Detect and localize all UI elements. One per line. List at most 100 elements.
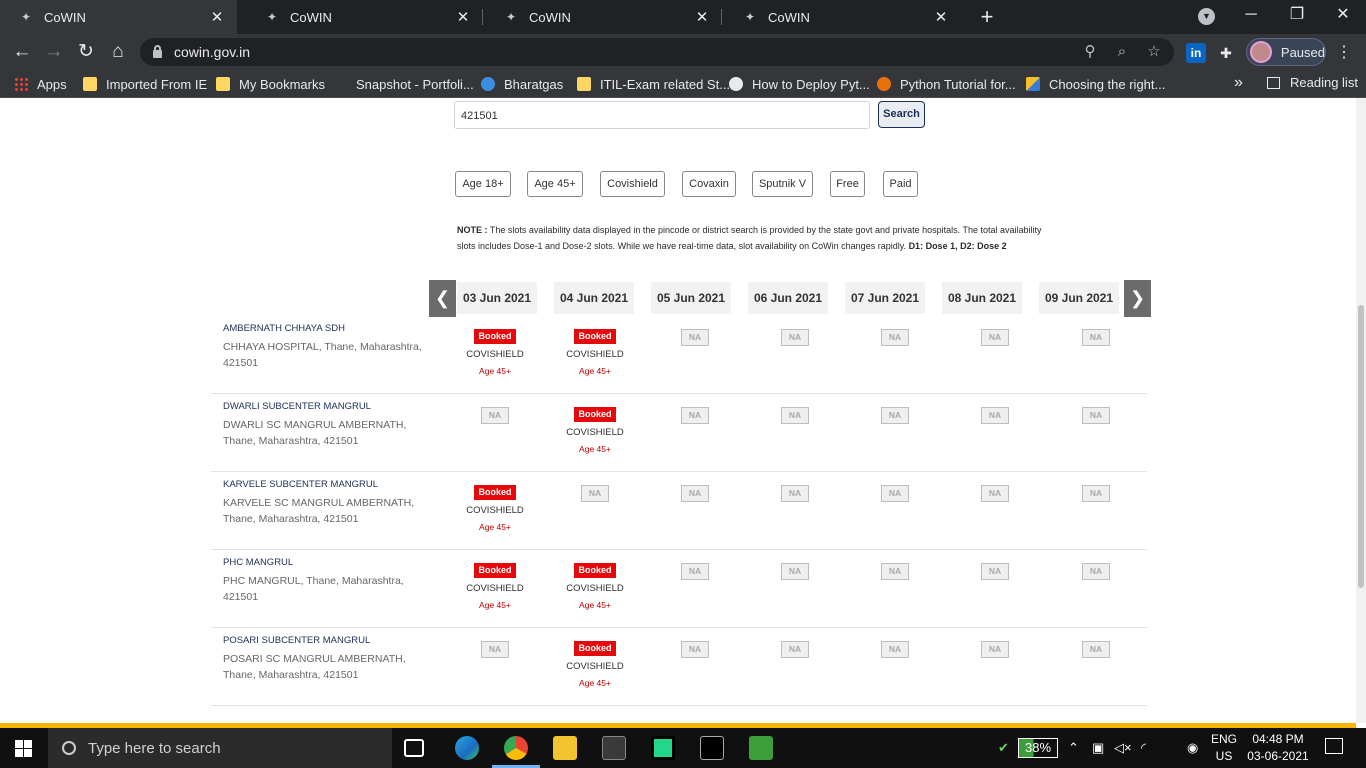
- slot-cell[interactable]: Booked COVISHIELD Age 45+: [460, 326, 530, 376]
- booked-badge[interactable]: Booked: [574, 563, 616, 578]
- booked-badge[interactable]: Booked: [574, 641, 616, 656]
- system-clock[interactable]: 04:48 PM 03-06-2021: [1246, 731, 1310, 765]
- filter-age-18[interactable]: Age 18+: [455, 171, 511, 197]
- slot-cell: NA: [1061, 560, 1131, 580]
- profile-button[interactable]: Paused: [1246, 38, 1326, 66]
- bookmark-item[interactable]: ITIL-Exam related St...: [577, 75, 730, 93]
- na-badge: NA: [681, 563, 709, 580]
- bookmark-star-icon[interactable]: ☆: [1144, 42, 1164, 62]
- language-indicator[interactable]: ENG US: [1210, 731, 1238, 765]
- na-badge: NA: [781, 407, 809, 424]
- browser-tab[interactable]: ✦ CoWIN ✕: [246, 0, 483, 34]
- reading-list-button[interactable]: Reading list: [1267, 75, 1358, 90]
- close-tab-icon[interactable]: ✕: [929, 8, 953, 26]
- previous-dates-icon[interactable]: ❮: [429, 280, 456, 317]
- zoom-icon[interactable]: ⌕: [1112, 42, 1132, 62]
- bookmark-item[interactable]: My Bookmarks: [216, 75, 325, 93]
- cowin-page: 421501 Search Age 18+ Age 45+ Covishield Co…: [0, 98, 1356, 723]
- date-column-header[interactable]: 05 Jun 2021: [651, 282, 731, 314]
- slot-cell[interactable]: Booked COVISHIELD Age 45+: [560, 404, 630, 454]
- browser-tab[interactable]: ✦ CoWIN ✕: [0, 0, 237, 34]
- date-column-header[interactable]: 03 Jun 2021: [457, 282, 537, 314]
- chrome-icon[interactable]: [504, 736, 528, 760]
- bookmark-item[interactable]: How to Deploy Pyt...: [729, 75, 870, 93]
- menu-kebab-icon[interactable]: ⋮: [1336, 42, 1352, 62]
- slot-cell[interactable]: Booked COVISHIELD Age 45+: [460, 482, 530, 532]
- app-window-icon[interactable]: [602, 736, 626, 760]
- minimize-window-button[interactable]: ─: [1228, 0, 1274, 30]
- date-column-header[interactable]: 06 Jun 2021: [748, 282, 828, 314]
- booked-badge[interactable]: Booked: [574, 329, 616, 344]
- location-icon[interactable]: ⚲: [1080, 42, 1100, 62]
- close-tab-icon[interactable]: ✕: [205, 8, 229, 26]
- task-view-icon[interactable]: [404, 739, 424, 757]
- profile-status: Paused: [1280, 44, 1325, 60]
- reload-icon[interactable]: ↻: [73, 39, 99, 65]
- filter-covishield[interactable]: Covishield: [600, 171, 665, 197]
- filter-age-45[interactable]: Age 45+: [527, 171, 583, 197]
- booked-badge[interactable]: Booked: [474, 485, 516, 500]
- back-icon[interactable]: ←: [9, 39, 35, 65]
- show-hidden-icons-icon[interactable]: ⌃: [1068, 740, 1079, 756]
- app-tray-icon[interactable]: ◉: [1187, 740, 1198, 756]
- na-badge: NA: [1082, 329, 1110, 346]
- windows-start-icon[interactable]: [15, 740, 32, 757]
- pycharm-icon[interactable]: [651, 736, 675, 760]
- page-scrollbar[interactable]: [1356, 98, 1366, 723]
- linkedin-extension-icon[interactable]: in: [1186, 43, 1206, 63]
- bookmark-item[interactable]: Bharatgas: [481, 75, 563, 93]
- booked-badge[interactable]: Booked: [474, 329, 516, 344]
- browser-tab[interactable]: ✦ CoWIN ✕: [485, 0, 722, 34]
- close-window-button[interactable]: ✕: [1320, 0, 1366, 30]
- extensions-puzzle-icon[interactable]: ✚: [1216, 43, 1236, 63]
- search-button[interactable]: Search: [878, 101, 925, 128]
- date-column-header[interactable]: 09 Jun 2021: [1039, 282, 1119, 314]
- address-bar[interactable]: cowin.gov.in ⚲ ⌕ ☆: [140, 38, 1174, 66]
- filter-sputnik-v[interactable]: Sputnik V: [752, 171, 813, 197]
- bookmark-item[interactable]: Imported From IE: [83, 75, 207, 93]
- home-icon[interactable]: ⌂: [105, 39, 131, 65]
- new-tab-button[interactable]: +: [975, 4, 999, 30]
- filter-covaxin[interactable]: Covaxin: [682, 171, 736, 197]
- close-tab-icon[interactable]: ✕: [690, 8, 714, 26]
- scrollbar-thumb[interactable]: [1358, 305, 1364, 588]
- file-explorer-icon[interactable]: [553, 736, 577, 760]
- next-dates-icon[interactable]: ❯: [1124, 280, 1151, 317]
- booked-badge[interactable]: Booked: [474, 563, 516, 578]
- slot-cell[interactable]: Booked COVISHIELD Age 45+: [560, 326, 630, 376]
- network-icon[interactable]: ◜: [1141, 740, 1146, 756]
- bookmark-item[interactable]: Python Tutorial for...: [877, 75, 1016, 93]
- bookmark-item[interactable]: Apps: [14, 75, 67, 93]
- browser-tab[interactable]: ✦ CoWIN ✕: [724, 0, 961, 34]
- security-shield-icon[interactable]: ✔: [998, 740, 1009, 756]
- pincode-search-input[interactable]: 421501: [454, 101, 870, 129]
- close-tab-icon[interactable]: ✕: [451, 8, 475, 26]
- filter-paid[interactable]: Paid: [883, 171, 918, 197]
- date-column-header[interactable]: 08 Jun 2021: [942, 282, 1022, 314]
- bookmarks-overflow-icon[interactable]: »: [1234, 74, 1243, 92]
- booked-badge[interactable]: Booked: [574, 407, 616, 422]
- na-badge: NA: [481, 407, 509, 424]
- edge-icon[interactable]: [455, 736, 479, 760]
- tab-search-icon[interactable]: ▼: [1198, 8, 1215, 25]
- restore-window-button[interactable]: ❐: [1274, 0, 1320, 30]
- slot-cell: NA: [960, 482, 1030, 502]
- slot-cell[interactable]: Booked COVISHIELD Age 45+: [560, 638, 630, 688]
- na-badge: NA: [781, 641, 809, 658]
- tab-separator: [721, 9, 722, 25]
- taskbar-search-box[interactable]: Type here to search: [48, 728, 392, 768]
- notepad-plus-icon[interactable]: [749, 736, 773, 760]
- date-column-header[interactable]: 04 Jun 2021: [554, 282, 634, 314]
- notification-center-icon[interactable]: [1325, 738, 1343, 754]
- bookmark-item[interactable]: Choosing the right...: [1026, 75, 1165, 93]
- slot-cell[interactable]: Booked COVISHIELD Age 45+: [560, 560, 630, 610]
- date-column-header[interactable]: 07 Jun 2021: [845, 282, 925, 314]
- slot-cell[interactable]: Booked COVISHIELD Age 45+: [460, 560, 530, 610]
- battery-indicator[interactable]: 38%: [1018, 738, 1058, 758]
- terminal-icon[interactable]: [700, 736, 724, 760]
- filter-free[interactable]: Free: [830, 171, 865, 197]
- forward-icon[interactable]: →: [41, 39, 67, 65]
- bookmark-item[interactable]: Snapshot - Portfoli...: [356, 75, 474, 93]
- volume-icon[interactable]: ◁×: [1114, 740, 1132, 756]
- meet-now-icon[interactable]: ▣: [1092, 740, 1104, 756]
